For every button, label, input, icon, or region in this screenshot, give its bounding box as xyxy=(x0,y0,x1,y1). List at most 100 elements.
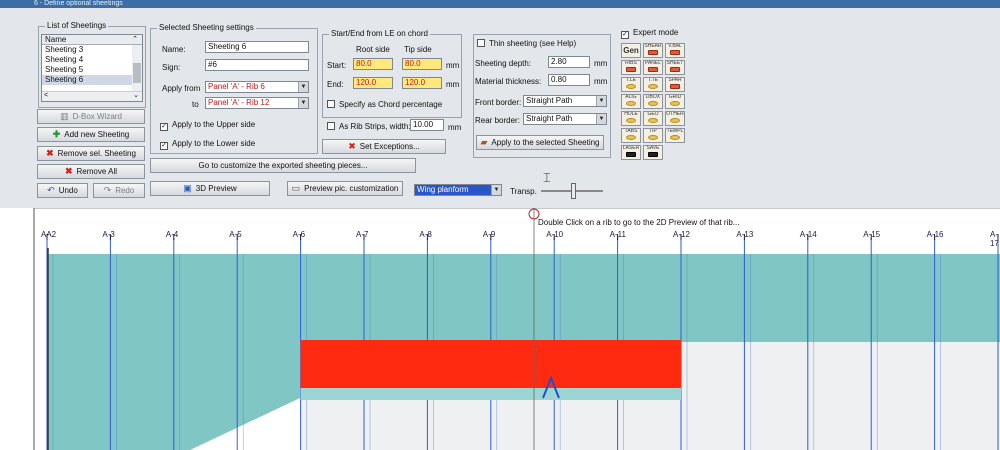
tool-tabs-button[interactable]: TABS xyxy=(621,128,641,143)
tool-save-button[interactable]: SAVE xyxy=(643,145,663,160)
remove-selected-label: Remove sel. Sheeting xyxy=(57,149,136,158)
tool-glyph-icon xyxy=(626,67,636,72)
tool-caption: TEMPL xyxy=(666,128,684,134)
tool-glyph-icon xyxy=(670,118,680,123)
set-exceptions-button[interactable]: ✖ Set Exceptions... xyxy=(322,139,446,154)
rib-strips-width-input[interactable]: 10.00 xyxy=(410,119,444,131)
title-bar: 6 - Define optional sheetings xyxy=(0,0,1000,8)
redo-button[interactable]: ↷ Redo xyxy=(93,183,145,198)
preview-3d-button[interactable]: ▣ 3D Preview xyxy=(150,181,270,196)
remove-selected-button[interactable]: ✖ Remove sel. Sheeting xyxy=(37,146,145,161)
tool-templ-button[interactable]: TEMPL xyxy=(665,128,685,143)
sign-input[interactable]: #6 xyxy=(205,59,309,71)
tool-caption: SAVE xyxy=(646,145,660,151)
tool-t-le-button[interactable]: T.LE xyxy=(621,77,641,92)
settings-panel: List of Sheetings Name ⌃ Sheeting 3 Shee… xyxy=(0,8,1000,208)
view-select[interactable]: Wing planform ▼ xyxy=(414,184,502,196)
rib-label: A-9 xyxy=(482,230,496,239)
scroll-thumb[interactable] xyxy=(133,63,141,83)
plus-icon: ✚ xyxy=(52,129,61,139)
apply-from-select[interactable]: Panel 'A' - Rib 6 ▼ xyxy=(205,81,309,93)
start-tip-input[interactable]: 80.0 xyxy=(402,58,442,70)
list-item[interactable]: Sheeting 6 xyxy=(42,75,142,85)
transparency-slider[interactable] xyxy=(541,183,603,199)
dbox-wizard-label: D-Box Wizard xyxy=(72,112,122,121)
expert-mode-checkbox[interactable]: ✓ Expert mode xyxy=(621,28,678,39)
tool-panel-button[interactable]: PANEL xyxy=(643,60,663,75)
close-icon: ✖ xyxy=(64,166,73,176)
chord-percentage-checkbox[interactable]: Specify as Chord percentage xyxy=(327,100,442,109)
apply-icon: ▰ xyxy=(480,137,488,147)
rib-label: A-13 xyxy=(736,230,754,239)
tool-sheet-button[interactable]: SHEET xyxy=(665,60,685,75)
thickness-input[interactable]: 0.80 xyxy=(548,74,590,86)
tool-tip-button[interactable]: TIP xyxy=(643,128,663,143)
wing-planform-svg[interactable] xyxy=(0,208,1000,450)
tool-gen-button[interactable]: Gen xyxy=(621,43,641,58)
thickness-label: Material thickness: xyxy=(475,77,542,86)
tool-shear-button[interactable]: SHEAR xyxy=(643,43,663,58)
depth-unit: mm xyxy=(594,59,608,68)
tool-ribs-button[interactable]: RIBS xyxy=(621,60,641,75)
dbox-wizard-button[interactable]: ▥ D-Box Wizard xyxy=(37,109,145,124)
tool-t-te-button[interactable]: T.TE xyxy=(643,77,663,92)
lower-side-checkbox[interactable]: ✓ Apply to the Lower side xyxy=(160,139,255,150)
tool-caption: ALIG xyxy=(625,94,637,100)
cursor-icon: ⌶ xyxy=(543,170,551,185)
thin-sheeting-checkbox[interactable]: Thin sheeting (see Help) xyxy=(477,39,576,48)
tool-glyph-icon xyxy=(648,118,658,123)
list-item[interactable]: Sheeting 5 xyxy=(42,65,142,75)
wing-planform-canvas[interactable] xyxy=(0,208,1000,450)
rear-border-select[interactable]: Straight Path ▼ xyxy=(523,113,607,125)
rib-label: A-8 xyxy=(419,230,432,239)
apply-to-select[interactable]: Panel 'A' - Rib 12 ▼ xyxy=(205,97,309,109)
upper-side-checkbox[interactable]: ✓ Apply to the Upper side xyxy=(160,120,255,131)
start-root-input[interactable]: 80.0 xyxy=(353,58,393,70)
chord-percentage-label: Specify as Chord percentage xyxy=(339,100,443,109)
apply-to-value: Panel 'A' - Rib 12 xyxy=(208,98,270,107)
tool-caption: GRID xyxy=(668,94,682,100)
check-icon: ✓ xyxy=(160,142,168,150)
tool-hole-button[interactable]: HOLE xyxy=(621,111,641,126)
end-tip-input[interactable]: 120.0 xyxy=(402,77,442,89)
front-border-select[interactable]: Straight Path ▼ xyxy=(523,95,607,107)
checkbox-icon xyxy=(327,100,335,108)
rib-label: A-5 xyxy=(229,230,242,239)
apply-selected-button[interactable]: ▰ Apply to the selected Sheeting xyxy=(476,135,604,150)
slider-thumb[interactable] xyxy=(571,183,576,199)
chevron-down-icon: ▼ xyxy=(298,98,308,108)
undo-button[interactable]: ↶ Undo xyxy=(37,183,88,198)
rib-strips-checkbox[interactable]: As Rib Strips, width: xyxy=(327,122,411,131)
sheeting-listbox[interactable]: Name ⌃ Sheeting 3 Sheeting 4 Sheeting 5 … xyxy=(41,34,143,102)
tool-glyph-icon xyxy=(626,135,636,140)
tool-grid-button[interactable]: GRID xyxy=(665,94,685,109)
list-header[interactable]: Name ⌃ xyxy=(42,35,142,45)
thin-sheeting-label: Thin sheeting (see Help) xyxy=(489,39,577,48)
end-root-input[interactable]: 120.0 xyxy=(353,77,393,89)
selected-settings-title: Selected Sheeting settings xyxy=(157,23,256,32)
tool-glyph-icon xyxy=(670,84,680,89)
tool-glyph-icon xyxy=(648,101,658,106)
chevron-left-icon[interactable]: < xyxy=(44,92,48,99)
tool-other-button[interactable]: OTHER xyxy=(665,111,685,126)
add-sheeting-button[interactable]: ✚ Add new Sheeting xyxy=(37,127,145,142)
wizard-icon: ▥ xyxy=(60,111,69,121)
tool-alig-button[interactable]: ALIG xyxy=(621,94,641,109)
list-item[interactable]: Sheeting 4 xyxy=(42,55,142,65)
list-item[interactable]: Sheeting 3 xyxy=(42,45,142,55)
tool-spar-button[interactable]: SPAR xyxy=(665,77,685,92)
tool-dbox-button[interactable]: DBOX xyxy=(643,94,663,109)
list-header-label: Name xyxy=(45,35,67,44)
list-hscrollbar[interactable]: < ⌄ xyxy=(42,91,142,101)
preview-customization-button[interactable]: ▭ Preview pic. customization xyxy=(287,181,403,196)
list-scrollbar[interactable] xyxy=(132,45,142,91)
redo-icon: ↷ xyxy=(103,185,112,195)
name-input[interactable]: Sheeting 6 xyxy=(205,41,309,53)
tool-v-bal-button[interactable]: V.BAL xyxy=(665,43,685,58)
tool-geo-button[interactable]: GEO xyxy=(643,111,663,126)
chevron-down-icon[interactable]: ⌄ xyxy=(133,91,139,99)
tool-laser-button[interactable]: LASER xyxy=(621,145,641,160)
customize-pieces-button[interactable]: Go to customize the exported sheeting pi… xyxy=(150,158,416,173)
remove-all-button[interactable]: ✖ Remove All xyxy=(37,164,145,179)
depth-input[interactable]: 2.80 xyxy=(548,56,590,68)
